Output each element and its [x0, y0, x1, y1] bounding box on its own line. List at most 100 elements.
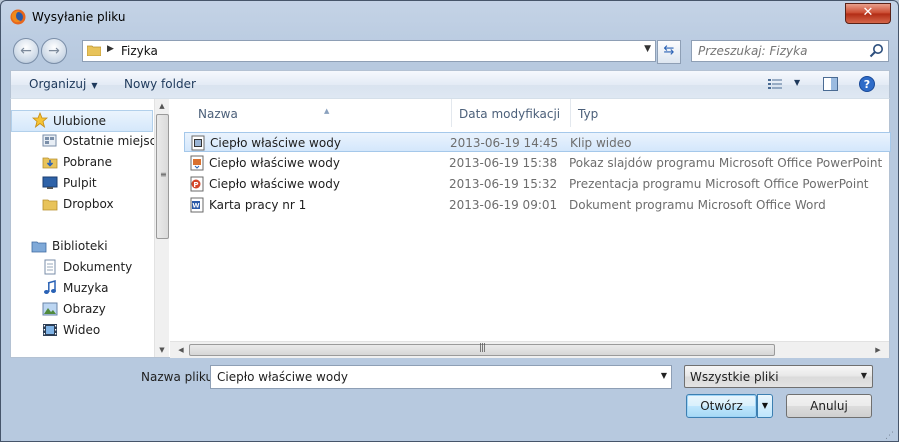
file-date: 2013-06-19 15:32 — [449, 177, 558, 191]
sidebar-item-documents[interactable]: Dokumenty — [11, 257, 153, 277]
file-type: Dokument programu Microsoft Office Word — [569, 198, 826, 212]
arrow-right-icon: → — [48, 43, 60, 59]
search-icon[interactable] — [869, 43, 884, 58]
file-row[interactable]: W Karta pracy nr 1 2013-06-19 09:01 Doku… — [184, 195, 889, 215]
open-options-chevron-icon[interactable]: ▼ — [757, 394, 773, 418]
grip-icon: ≡ — [160, 170, 167, 179]
sidebar-item-desktop[interactable]: Pulpit — [11, 173, 153, 193]
cancel-button[interactable]: Anuluj — [786, 394, 872, 418]
breadcrumb-arrow-icon[interactable]: ▶ — [107, 44, 114, 54]
file-type-filter-value: Wszystkie pliki — [690, 370, 779, 384]
filename-combobox[interactable]: ▼ — [210, 365, 672, 389]
desktop-icon — [42, 176, 58, 189]
sidebar-label: Muzyka — [63, 281, 109, 295]
docx-file-icon: W — [190, 197, 204, 213]
help-icon[interactable]: ? — [859, 76, 875, 92]
file-row[interactable]: P Ciepło właściwe wody 2013-06-19 15:32 … — [184, 174, 889, 194]
sidebar-item-favorites[interactable]: Ulubione — [11, 110, 153, 132]
address-bar[interactable]: ▶ Fizyka ▼ — [82, 40, 656, 62]
file-name: Ciepło właściwe wody — [209, 177, 340, 191]
view-options-chevron-icon[interactable]: ▼ — [794, 78, 800, 87]
close-button[interactable]: ✕ — [845, 3, 891, 24]
file-date: 2013-06-19 15:38 — [449, 156, 558, 170]
sidebar-item-videos[interactable]: Wideo — [11, 320, 153, 340]
refresh-button[interactable]: ⇆ — [657, 40, 681, 64]
column-header-type[interactable]: Typ — [571, 99, 889, 127]
star-icon — [32, 112, 48, 128]
grip-icon: ||| — [479, 343, 486, 353]
address-dropdown-icon[interactable]: ▼ — [644, 44, 651, 54]
sidebar-label-libraries: Biblioteki — [52, 239, 108, 253]
chevron-down-icon: ▼ — [91, 81, 98, 90]
folder-icon — [87, 45, 101, 56]
sidebar-label-favorites: Ulubione — [53, 114, 107, 128]
preview-pane-icon[interactable] — [823, 77, 838, 91]
file-row[interactable]: Ciepło właściwe wody 2013-06-19 15:38 Po… — [184, 153, 889, 173]
scroll-down-icon[interactable]: ▼ — [155, 343, 169, 357]
file-row[interactable]: Ciepło właściwe wody 2013-06-19 14:45 Kl… — [184, 132, 891, 152]
file-date: 2013-06-19 09:01 — [449, 198, 558, 212]
back-button[interactable]: ← — [13, 38, 39, 64]
filename-label: Nazwa pliku: — [141, 370, 218, 384]
firefox-icon — [10, 9, 26, 25]
open-button[interactable]: Otwórz — [686, 394, 757, 418]
scroll-right-icon[interactable]: ▶ — [871, 343, 885, 357]
documents-icon — [44, 259, 56, 275]
chevron-down-icon: ▼ — [860, 371, 867, 380]
column-label-name: Nazwa — [198, 107, 238, 121]
sidebar-item-dropbox[interactable]: Dropbox — [11, 194, 153, 214]
search-input[interactable] — [692, 41, 868, 61]
file-name: Ciepło właściwe wody — [209, 156, 340, 170]
pictures-icon — [42, 302, 58, 316]
sidebar-label: Obrazy — [63, 302, 106, 316]
scroll-thumb[interactable]: ≡ — [156, 114, 169, 239]
title-bar: Wysyłanie pliku ✕ — [1, 1, 898, 33]
svg-text:P: P — [193, 181, 198, 189]
scroll-left-icon[interactable]: ◀ — [174, 343, 188, 357]
sidebar-label: Dokumenty — [63, 260, 133, 274]
resize-grip-icon[interactable]: ⋰ — [885, 432, 894, 441]
sidebar-item-downloads[interactable]: Pobrane — [11, 152, 153, 172]
file-upload-dialog: Wysyłanie pliku ✕ ← → ▶ Fizyka ▼ ⇆ Organ… — [0, 0, 899, 442]
downloads-folder-icon — [42, 157, 58, 169]
new-folder-button[interactable]: Nowy folder — [124, 77, 196, 91]
chevron-down-icon[interactable]: ▼ — [661, 371, 667, 380]
sidebar-label: Ostatnie miejsca — [63, 134, 154, 148]
column-label-type: Typ — [578, 107, 599, 121]
file-date: 2013-06-19 14:45 — [450, 136, 559, 150]
column-header-name[interactable]: Nazwa ▲ — [184, 99, 452, 127]
organize-button[interactable]: Organizuj ▼ — [29, 77, 97, 91]
navigation-pane: Ulubione Ostatnie miejsca Pobrane Pulpit… — [11, 99, 154, 357]
libraries-icon — [31, 241, 47, 253]
breadcrumb-fizyka[interactable]: Fizyka — [121, 44, 158, 58]
navigation-scrollbar[interactable]: ▲ ≡ ▼ — [154, 99, 169, 357]
forward-button[interactable]: → — [41, 38, 67, 64]
sidebar-item-recent-places[interactable]: Ostatnie miejsca — [11, 131, 154, 151]
video-file-icon — [191, 135, 205, 151]
sidebar-label: Dropbox — [63, 197, 114, 211]
sidebar-item-music[interactable]: Muzyka — [11, 278, 153, 298]
sidebar-label: Wideo — [63, 323, 101, 337]
sidebar-item-libraries[interactable]: Biblioteki — [11, 236, 153, 256]
file-type-filter[interactable]: Wszystkie pliki ▼ — [684, 365, 873, 388]
filename-input[interactable] — [211, 366, 657, 388]
recent-places-icon — [42, 134, 57, 147]
sidebar-label: Pobrane — [63, 155, 113, 169]
scroll-up-icon[interactable]: ▲ — [155, 99, 169, 113]
sidebar-item-pictures[interactable]: Obrazy — [11, 299, 153, 319]
close-icon: ✕ — [862, 5, 874, 20]
command-bar: Organizuj ▼ Nowy folder ▼ ? — [10, 70, 890, 99]
file-name: Ciepło właściwe wody — [210, 136, 341, 150]
scroll-thumb[interactable]: ||| — [189, 343, 775, 356]
column-header-date[interactable]: Data modyfikacji — [452, 99, 571, 127]
column-label-date: Data modyfikacji — [459, 107, 561, 121]
pptx-file-icon: P — [190, 176, 204, 192]
file-list-scrollbar[interactable]: ◀ ||| ▶ — [170, 341, 889, 358]
search-box[interactable] — [691, 40, 889, 62]
refresh-icon: ⇆ — [663, 43, 675, 58]
window-title: Wysyłanie pliku — [32, 10, 126, 24]
folder-icon — [42, 199, 58, 211]
organize-label: Organizuj — [29, 77, 87, 91]
file-name: Karta pracy nr 1 — [209, 198, 307, 212]
view-list-icon[interactable] — [768, 78, 782, 90]
